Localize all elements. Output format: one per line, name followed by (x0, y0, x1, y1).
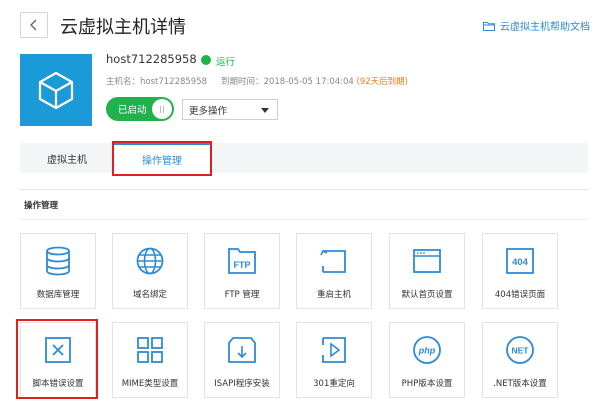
net-icon-text: NET (512, 346, 530, 356)
back-button[interactable] (20, 12, 48, 38)
more-actions-select[interactable]: 更多操作 (182, 99, 278, 120)
tile-404-page[interactable]: 404 404错误页面 (482, 233, 558, 309)
tile-ftp-manage[interactable]: FTP FTP 管理 (204, 233, 280, 309)
tile-domain-binding[interactable]: 域名绑定 (112, 233, 188, 309)
folder-icon (483, 21, 495, 31)
divider (20, 189, 588, 190)
tile-label: 404错误页面 (494, 290, 546, 300)
tile-label: 域名绑定 (132, 290, 167, 300)
started-toggle[interactable]: 已启动 (106, 97, 174, 121)
grid-icon (135, 335, 165, 365)
chevron-left-icon (30, 19, 37, 31)
tile-php-version[interactable]: php PHP版本设置 (389, 322, 465, 398)
tile-label: MIME类型设置 (121, 379, 179, 389)
host-name: host712285958 (106, 52, 197, 66)
divider (20, 219, 588, 220)
host-logo (20, 54, 92, 126)
ftp-folder-icon: FTP (227, 246, 257, 276)
status-badge: 运行 (216, 57, 236, 68)
tile-301-redirect[interactable]: 301重定向 (296, 322, 372, 398)
tile-net-version[interactable]: NET .NET版本设置 (482, 322, 558, 398)
help-doc-link[interactable]: 云虚拟主机帮助文档 (483, 18, 590, 33)
status-dot-icon (201, 55, 211, 65)
expire-label: 到期时间： (221, 77, 264, 87)
redirect-icon (319, 335, 349, 365)
tile-mime-type[interactable]: MIME类型设置 (112, 322, 188, 398)
caret-down-icon (261, 108, 269, 113)
browser-window-icon (412, 246, 442, 276)
section-title: 操作管理 (24, 201, 59, 211)
tile-database-manage[interactable]: 数据库管理 (20, 233, 96, 309)
php-icon: php (412, 335, 442, 365)
host-meta: 主机名：host712285958 到期时间：2018-05-05 17:04:0… (106, 75, 408, 87)
404-page-icon: 404 (505, 246, 535, 276)
ftp-icon-text: FTP (234, 260, 251, 270)
tile-label: 重启主机 (316, 290, 351, 300)
expire-time: 2018-05-05 17:04:04 (263, 77, 354, 87)
highlight-box-script-error (16, 319, 98, 399)
tile-isapi-install[interactable]: ISAPI程序安装 (204, 322, 280, 398)
tile-label: PHP版本设置 (401, 379, 453, 389)
tile-restart-host[interactable]: 重启主机 (296, 233, 372, 309)
globe-icon (135, 246, 165, 276)
more-actions-label: 更多操作 (189, 105, 228, 117)
tab-virtual-host[interactable]: 虚拟主机 (20, 143, 114, 173)
restart-icon (319, 246, 349, 276)
tile-label: ISAPI程序安装 (214, 379, 270, 389)
tile-label: .NET版本设置 (493, 379, 547, 389)
tile-label: FTP 管理 (224, 290, 260, 300)
hostname-value: host712285958 (140, 77, 208, 87)
expire-note: (92天后到期) (356, 77, 408, 87)
page-title: 云虚拟主机详情 (60, 17, 186, 38)
database-icon (43, 246, 73, 276)
tile-label: 默认首页设置 (401, 290, 453, 300)
toggle-knob-icon (152, 99, 172, 119)
help-doc-label: 云虚拟主机帮助文档 (500, 22, 590, 33)
download-box-icon (227, 335, 257, 365)
404-icon-text: 404 (512, 257, 529, 268)
highlight-box-tab (112, 141, 212, 176)
hostname-label: 主机名： (106, 77, 141, 87)
tile-label: 数据库管理 (36, 290, 80, 300)
php-icon-text: php (418, 346, 436, 356)
tile-label: 301重定向 (313, 379, 355, 389)
started-label: 已启动 (118, 105, 147, 116)
net-icon: NET (505, 335, 535, 365)
cube-icon (38, 71, 74, 110)
tile-default-homepage[interactable]: 默认首页设置 (389, 233, 465, 309)
